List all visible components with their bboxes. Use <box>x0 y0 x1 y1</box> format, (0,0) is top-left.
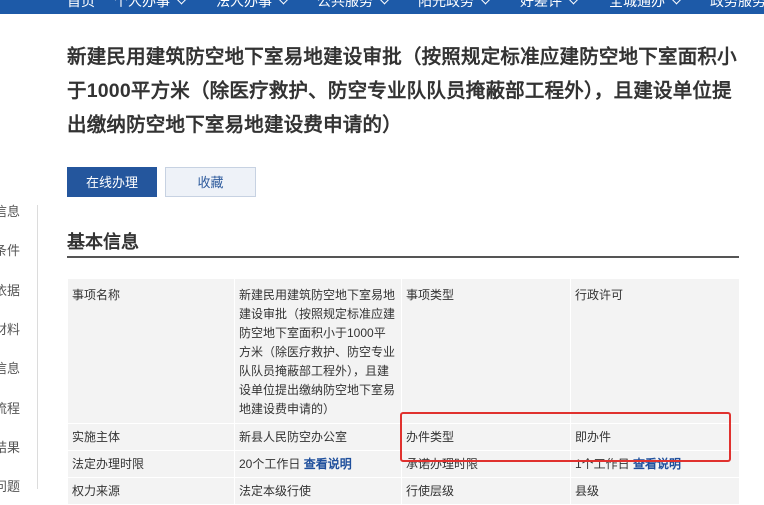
nav-label: 好差评 <box>520 0 562 9</box>
section-divider <box>67 256 739 258</box>
chevron-down-icon <box>568 0 579 5</box>
table-cell-value: 新县人民防空办公室 <box>234 423 402 451</box>
nav-item-open-government[interactable]: 阳光政务 <box>418 0 491 11</box>
nav-item-city-wide[interactable]: 全城通办 <box>609 0 682 11</box>
page-title: 新建民用建筑防空地下室易地建设审批（按照规定标准应建防空地下室面积小于1000平… <box>67 46 737 136</box>
table-cell-value: 县级 <box>570 477 740 505</box>
nav-item-legal-person[interactable]: 法人办事 <box>216 0 289 11</box>
nav-label: 全城通办 <box>609 0 665 9</box>
table-cell-value: 20个工作日 查看说明 <box>234 450 402 478</box>
nav-item-public-service[interactable]: 公共服务 <box>317 0 390 11</box>
time-limit-value: 20个工作日 <box>239 457 301 471</box>
table-cell-value: 1个工作日 查看说明 <box>570 450 740 478</box>
table-cell-value: 新建民用建筑防空地下室易地建设审批（按照规定标准应建防空地下室面积小于1000平… <box>234 278 402 424</box>
table-cell-label: 事项类型 <box>401 278 571 424</box>
table-cell-label: 行使层级 <box>401 477 571 505</box>
sidebar-item-basis[interactable]: 依据 <box>0 281 34 301</box>
section-title: 基本信息 <box>67 232 139 252</box>
nav-label: 个人办事 <box>114 0 170 9</box>
sidebar-item-result[interactable]: 结果 <box>0 438 34 458</box>
table-cell-value: 行政许可 <box>570 278 740 424</box>
table-cell-label: 实施主体 <box>67 423 235 451</box>
view-explanation-link[interactable]: 查看说明 <box>633 457 681 471</box>
table-row: 权力来源 法定本级行使 行使层级 县级 <box>67 477 740 505</box>
left-sidebar: 信息 条件 依据 材料 信息 流程 结果 问题 <box>0 200 38 494</box>
table-cell-label: 权力来源 <box>67 477 235 505</box>
chevron-down-icon <box>379 0 390 5</box>
table-cell-label: 承诺办理时限 <box>401 450 571 478</box>
sidebar-item-faq[interactable]: 问题 <box>0 477 34 497</box>
table-cell-label: 办件类型 <box>401 423 571 451</box>
table-row: 事项名称 新建民用建筑防空地下室易地建设审批（按照规定标准应建防空地下室面积小于… <box>67 278 740 424</box>
nav-item-personal[interactable]: 个人办事 <box>114 0 187 11</box>
nav-label: 法人办事 <box>216 0 272 9</box>
sidebar-divider <box>37 205 38 489</box>
table-cell-label: 事项名称 <box>67 278 235 424</box>
basic-info-table: 事项名称 新建民用建筑防空地下室易地建设审批（按照规定标准应建防空地下室面积小于… <box>67 278 740 505</box>
sidebar-item-process[interactable]: 流程 <box>0 399 34 419</box>
nav-label: 公共服务 <box>317 0 373 9</box>
online-apply-button[interactable]: 在线办理 <box>67 167 157 197</box>
view-explanation-link[interactable]: 查看说明 <box>304 457 352 471</box>
sidebar-item-conditions[interactable]: 条件 <box>0 241 34 261</box>
table-cell-label: 法定办理时限 <box>67 450 235 478</box>
table-cell-value: 法定本级行使 <box>234 477 402 505</box>
nav-item-review[interactable]: 好差评 <box>520 0 579 11</box>
nav-label: 阳光政务 <box>418 0 474 9</box>
sidebar-item-info[interactable]: 信息 <box>0 202 34 222</box>
sidebar-item-other-info[interactable]: 信息 <box>0 359 34 379</box>
table-cell-value: 即办件 <box>570 423 740 451</box>
sidebar-item-materials[interactable]: 材料 <box>0 320 34 340</box>
table-row: 法定办理时限 20个工作日 查看说明 承诺办理时限 1个工作日 查看说明 <box>67 450 740 478</box>
nav-item-government-service[interactable]: 政务服务 <box>710 0 764 11</box>
chevron-down-icon <box>278 0 289 5</box>
table-row: 实施主体 新县人民防空办公室 办件类型 即办件 <box>67 423 740 451</box>
promised-time-value: 1个工作日 <box>575 457 630 471</box>
chevron-down-icon <box>671 0 682 5</box>
chevron-down-icon <box>176 0 187 5</box>
favorite-button[interactable]: 收藏 <box>165 167 256 197</box>
top-navigation-bar: 首页 个人办事 法人办事 公共服务 阳光政务 好差评 全城通办 政务服务 <box>0 0 764 14</box>
nav-item-home[interactable]: 首页 <box>67 0 95 11</box>
chevron-down-icon <box>480 0 491 5</box>
